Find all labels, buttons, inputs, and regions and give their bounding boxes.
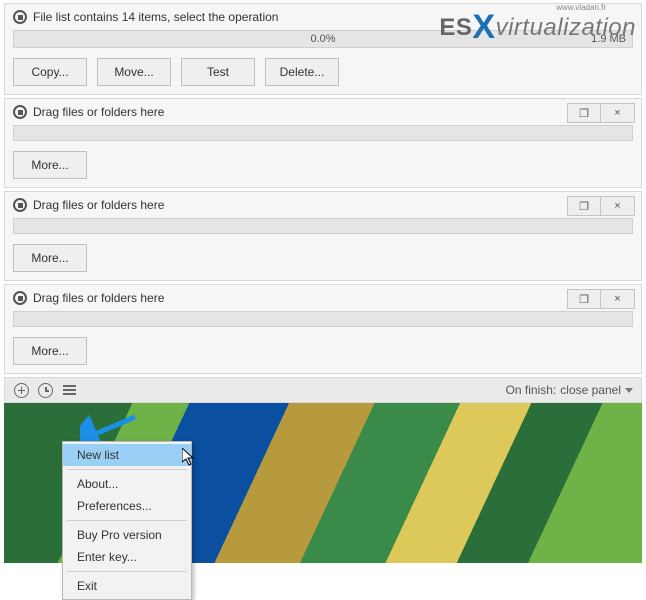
watermark-logo: ESXvirtualization: [439, 5, 636, 44]
more-button[interactable]: More...: [13, 244, 87, 272]
bottom-toolbar: On finish: close panel: [4, 377, 642, 403]
on-finish-value: close panel: [560, 383, 621, 397]
file-list-status: File list contains 14 items, select the …: [33, 10, 278, 24]
menu-separator: [67, 469, 187, 470]
menu-separator: [67, 571, 187, 572]
menu-buy-pro[interactable]: Buy Pro version: [63, 524, 191, 546]
close-button[interactable]: ×: [601, 196, 635, 216]
stop-icon[interactable]: [13, 105, 27, 119]
close-button[interactable]: ×: [601, 103, 635, 123]
menu-new-list[interactable]: New list: [63, 444, 191, 466]
context-menu: New list About... Preferences... Buy Pro…: [62, 441, 192, 600]
clock-icon[interactable]: [37, 382, 53, 398]
menu-separator: [67, 520, 187, 521]
drop-progress-bar: [13, 218, 633, 234]
menu-preferences[interactable]: Preferences...: [63, 495, 191, 517]
stop-icon[interactable]: [13, 198, 27, 212]
menu-icon[interactable]: [61, 382, 77, 398]
duplicate-button[interactable]: ❐: [567, 289, 601, 309]
menu-exit[interactable]: Exit: [63, 575, 191, 597]
more-button[interactable]: More...: [13, 151, 87, 179]
drop-progress-bar: [13, 311, 633, 327]
duplicate-button[interactable]: ❐: [567, 196, 601, 216]
stop-icon[interactable]: [13, 291, 27, 305]
add-icon[interactable]: [13, 382, 29, 398]
test-button[interactable]: Test: [181, 58, 255, 86]
on-finish-label: On finish:: [506, 383, 557, 397]
on-finish-dropdown[interactable]: On finish: close panel: [506, 383, 633, 397]
menu-enter-key[interactable]: Enter key...: [63, 546, 191, 568]
duplicate-button[interactable]: ❐: [567, 103, 601, 123]
menu-about[interactable]: About...: [63, 473, 191, 495]
progress-percent: 0.0%: [310, 33, 335, 45]
more-button[interactable]: More...: [13, 337, 87, 365]
drop-panel-3[interactable]: ❐ × Drag files or folders here More...: [4, 284, 642, 374]
drop-placeholder: Drag files or folders here: [33, 198, 164, 212]
delete-button[interactable]: Delete...: [265, 58, 339, 86]
close-button[interactable]: ×: [601, 289, 635, 309]
drop-panel-2[interactable]: ❐ × Drag files or folders here More...: [4, 191, 642, 281]
drop-placeholder: Drag files or folders here: [33, 105, 164, 119]
drop-panel-1[interactable]: ❐ × Drag files or folders here More...: [4, 98, 642, 188]
move-button[interactable]: Move...: [97, 58, 171, 86]
drop-placeholder: Drag files or folders here: [33, 291, 164, 305]
drop-progress-bar: [13, 125, 633, 141]
stop-icon[interactable]: [13, 10, 27, 24]
chevron-down-icon: [625, 388, 633, 393]
copy-button[interactable]: Copy...: [13, 58, 87, 86]
